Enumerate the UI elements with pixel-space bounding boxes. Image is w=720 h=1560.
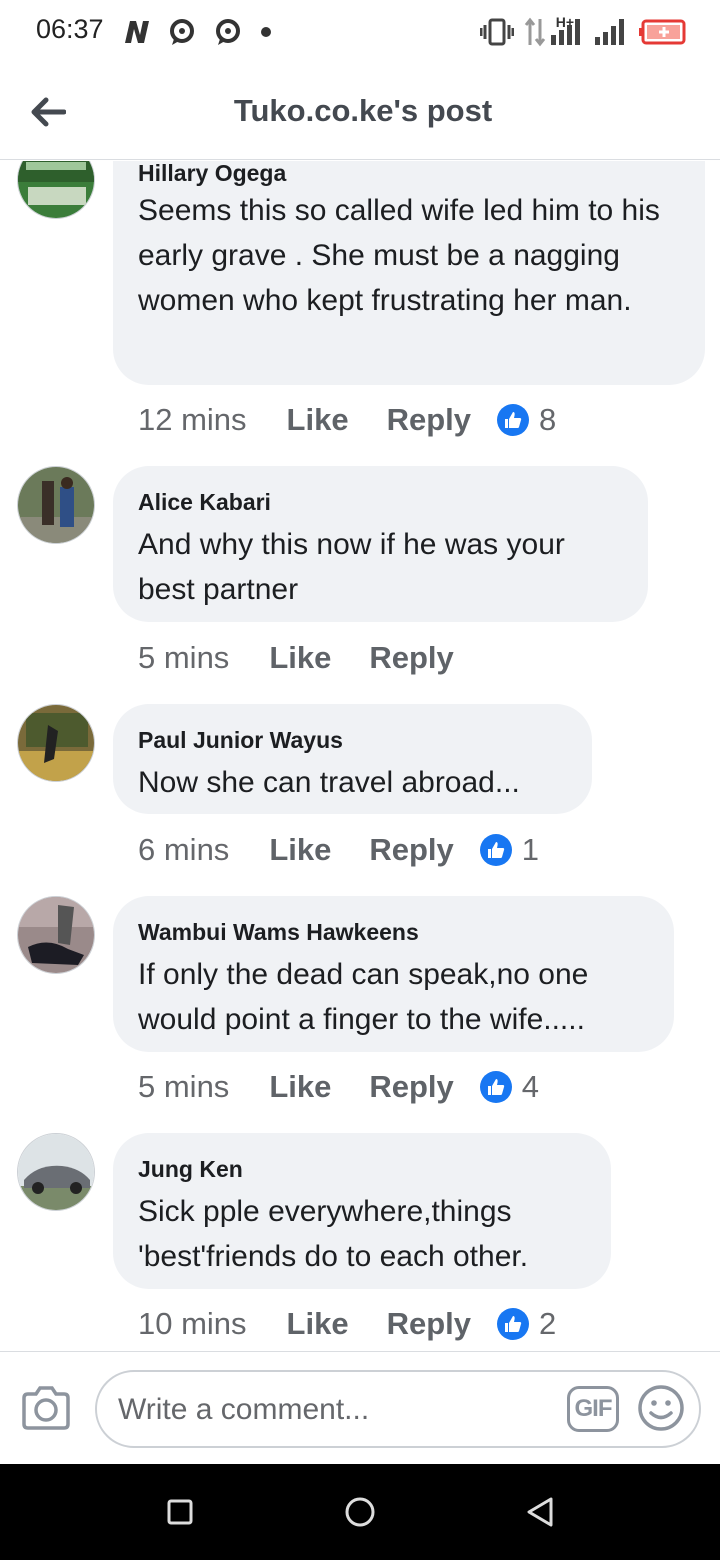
camera-button[interactable]: [20, 1384, 72, 1432]
reaction-count[interactable]: 4: [479, 1069, 540, 1105]
reaction-number: 2: [539, 1306, 557, 1341]
chat-icon: [170, 19, 194, 45]
avatar[interactable]: [17, 466, 95, 544]
comment-author[interactable]: Paul Junior Wayus: [138, 726, 566, 754]
comment-time[interactable]: 5 mins: [138, 640, 229, 676]
like-button[interactable]: Like: [287, 1306, 349, 1342]
comment-text: If only the dead can speak,no one would …: [138, 958, 589, 1036]
post-header: Tuko.co.ke's post: [0, 66, 720, 160]
battery-low-icon: [639, 19, 686, 45]
reaction-count[interactable]: 8: [497, 402, 556, 438]
like-button[interactable]: Like: [269, 1069, 331, 1105]
comment-time[interactable]: 12 mins: [138, 402, 247, 438]
comment-input[interactable]: Write a comment... GIF: [95, 1370, 701, 1448]
comment-author[interactable]: Hillary Ogega: [138, 161, 679, 187]
comments-list[interactable]: Hillary Ogega Seems this so called wife …: [0, 161, 720, 1351]
reply-button[interactable]: Reply: [369, 832, 453, 868]
like-reaction-icon: [497, 1308, 529, 1340]
reply-button[interactable]: Reply: [369, 640, 453, 676]
avatar[interactable]: [17, 161, 95, 219]
comment-actions: 6 mins Like Reply 1: [138, 830, 539, 870]
system-status-icons: H+: [479, 14, 686, 50]
like-button[interactable]: Like: [287, 402, 349, 438]
reaction-count[interactable]: 2: [497, 1306, 556, 1342]
home-circle-icon: [345, 1497, 375, 1527]
avatar[interactable]: [17, 896, 95, 974]
reaction-number: 4: [521, 1069, 540, 1104]
like-button[interactable]: Like: [269, 640, 331, 676]
reply-button[interactable]: Reply: [387, 1306, 471, 1342]
comment-actions: 5 mins Like Reply 4: [138, 1067, 539, 1107]
comment-composer: Write a comment... GIF: [0, 1351, 720, 1464]
like-reaction-icon: [479, 1071, 512, 1103]
comment-bubble[interactable]: Jung Ken Sick pple everywhere,things 'be…: [113, 1133, 611, 1289]
data-arrows-icon: [524, 17, 545, 47]
gif-button[interactable]: GIF: [567, 1386, 619, 1432]
comment-text: Now she can travel abroad...: [138, 766, 520, 799]
comment-bubble[interactable]: Alice Kabari And why this now if he was …: [113, 466, 648, 622]
smiley-icon: [638, 1385, 684, 1431]
comment-time[interactable]: 5 mins: [138, 1069, 229, 1105]
comment-time[interactable]: 10 mins: [138, 1306, 247, 1342]
comment-author[interactable]: Alice Kabari: [138, 488, 622, 516]
comment-actions: 5 mins Like Reply: [138, 638, 492, 678]
reply-button[interactable]: Reply: [369, 1069, 453, 1105]
reaction-number: 8: [539, 402, 557, 437]
comment-bubble[interactable]: Hillary Ogega Seems this so called wife …: [113, 161, 705, 385]
system-navigation-bar: [0, 1464, 720, 1560]
comment-author[interactable]: Jung Ken: [138, 1155, 585, 1183]
comment-time[interactable]: 6 mins: [138, 832, 229, 868]
comment-text: Seems this so called wife led him to his…: [138, 194, 660, 317]
vibrate-icon: [479, 18, 514, 46]
reply-button[interactable]: Reply: [387, 402, 471, 438]
back-triangle-icon: [527, 1497, 553, 1527]
comment-author[interactable]: Wambui Wams Hawkeens: [138, 918, 648, 946]
reaction-count[interactable]: 1: [479, 832, 540, 868]
comment-actions: 10 mins Like Reply 2: [138, 1304, 556, 1344]
comment-input-placeholder: Write a comment...: [118, 1393, 370, 1426]
emoji-button[interactable]: [637, 1384, 685, 1432]
comment-bubble[interactable]: Wambui Wams Hawkeens If only the dead ca…: [113, 896, 674, 1052]
recents-button[interactable]: [160, 1492, 200, 1532]
like-button[interactable]: Like: [269, 832, 331, 868]
comment-actions: 12 mins Like Reply 8: [138, 400, 556, 440]
back-nav-button[interactable]: [520, 1492, 560, 1532]
signal-icon: [595, 19, 624, 45]
status-bar: 06:37 H+: [0, 0, 720, 66]
n-app-icon: [125, 21, 149, 43]
avatar[interactable]: [17, 704, 95, 782]
notification-icons: [122, 16, 272, 48]
recents-square-icon: [167, 1499, 193, 1525]
comment-text: And why this now if he was your best par…: [138, 528, 565, 606]
like-reaction-icon: [497, 404, 529, 436]
comment-text: Sick pple everywhere,things 'best'friend…: [138, 1195, 529, 1273]
avatar[interactable]: [17, 1133, 95, 1211]
like-reaction-icon: [479, 834, 512, 866]
home-button[interactable]: [340, 1492, 380, 1532]
reaction-number: 1: [521, 832, 540, 867]
comment-bubble[interactable]: Paul Junior Wayus Now she can travel abr…: [113, 704, 592, 814]
chat-icon: [216, 19, 240, 45]
signal-icon: [551, 19, 580, 45]
status-time: 06:37: [36, 14, 104, 44]
dot-icon: [261, 27, 271, 37]
camera-icon: [22, 1386, 70, 1430]
page-title: Tuko.co.ke's post: [233, 93, 493, 128]
